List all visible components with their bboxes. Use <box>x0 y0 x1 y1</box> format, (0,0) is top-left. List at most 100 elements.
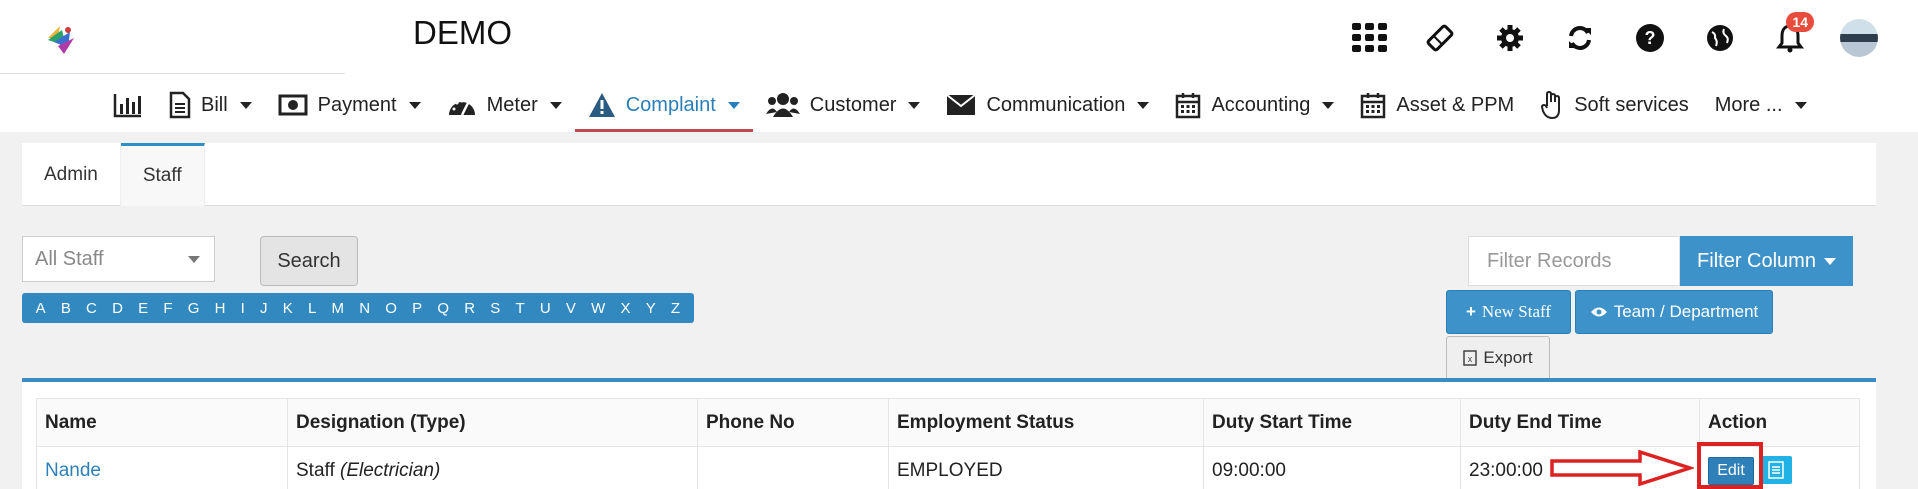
filter-column-button[interactable]: Filter Column <box>1680 236 1853 286</box>
nav-label: More ... <box>1714 93 1783 116</box>
designation-value: Staff <box>296 459 335 481</box>
bar-chart-icon <box>113 94 141 118</box>
alphabet-letter[interactable]: J <box>260 300 268 317</box>
annotation-arrow-icon <box>1550 450 1694 486</box>
status-cell: EMPLOYED <box>888 446 1204 489</box>
chevron-down-icon <box>239 101 252 109</box>
warning-icon <box>588 93 615 117</box>
column-header-status[interactable]: Employment Status <box>888 398 1204 447</box>
nav-label: Customer <box>809 93 897 116</box>
top-bar: DEMO ? 14 Bill Payment Meter Complaint C… <box>0 0 1918 132</box>
alphabet-letter[interactable]: I <box>241 300 245 317</box>
svg-text:?: ? <box>1645 28 1656 48</box>
alphabet-letter[interactable]: P <box>412 300 422 317</box>
help-icon[interactable]: ? <box>1630 18 1670 58</box>
nav-label: Soft services <box>1574 93 1689 116</box>
nav-label: Accounting <box>1211 93 1311 116</box>
nav-payment[interactable]: Payment <box>265 78 434 132</box>
chevron-down-icon <box>1322 101 1335 109</box>
alphabet-letter[interactable]: E <box>138 300 148 317</box>
nav-dashboard[interactable] <box>100 78 156 132</box>
alphabet-letter[interactable]: O <box>385 300 397 317</box>
alphabet-letter[interactable]: Z <box>671 300 680 317</box>
eye-icon <box>1590 307 1607 317</box>
chevron-down-icon <box>188 256 200 263</box>
column-header-phone[interactable]: Phone No <box>697 398 889 447</box>
alphabet-filter: ABCDEFGHIJKLMNOPQRSTUVWXYZ <box>22 293 694 323</box>
alphabet-letter[interactable]: Y <box>646 300 656 317</box>
team-department-label: Team / Department <box>1613 302 1759 321</box>
alphabet-letter[interactable]: W <box>591 300 605 317</box>
money-icon <box>278 94 308 116</box>
alphabet-letter[interactable]: G <box>188 300 200 317</box>
alphabet-letter[interactable]: D <box>112 300 123 317</box>
nav-asset-ppm[interactable]: Asset & PPM <box>1347 78 1527 132</box>
table-header-row: Name Designation (Type) Phone No Employm… <box>36 398 1860 447</box>
envelope-icon <box>946 94 977 115</box>
nav-meter[interactable]: Meter <box>434 78 575 132</box>
column-header-end[interactable]: Duty End Time <box>1460 398 1700 447</box>
column-header-start[interactable]: Duty Start Time <box>1203 398 1461 447</box>
alphabet-letter[interactable]: T <box>515 300 524 317</box>
nav-complaint[interactable]: Complaint <box>574 78 753 132</box>
nav-more[interactable]: More ... <box>1702 78 1820 132</box>
column-header-designation[interactable]: Designation (Type) <box>287 398 698 447</box>
chevron-down-icon <box>408 101 421 109</box>
calendar-icon <box>1176 93 1201 119</box>
alphabet-letter[interactable]: R <box>464 300 475 317</box>
alphabet-letter[interactable]: L <box>308 300 316 317</box>
alphabet-letter[interactable]: N <box>359 300 370 317</box>
nav-customer[interactable]: Customer <box>753 78 934 132</box>
nav-label: Complaint <box>625 93 716 116</box>
chevron-down-icon <box>549 101 562 109</box>
new-staff-button[interactable]: + New Staff <box>1446 290 1571 334</box>
alphabet-letter[interactable]: X <box>620 300 630 317</box>
alphabet-letter[interactable]: H <box>215 300 226 317</box>
column-header-name[interactable]: Name <box>36 398 288 447</box>
nav-label: Communication <box>986 93 1126 116</box>
staff-name-link[interactable]: Nande <box>45 460 101 481</box>
filter-records-input[interactable]: Filter Records <box>1468 236 1680 286</box>
document-icon <box>169 91 191 119</box>
tab-admin[interactable]: Admin <box>22 143 121 206</box>
details-button[interactable] <box>1760 455 1792 484</box>
apps-grid-icon[interactable] <box>1350 18 1390 58</box>
alphabet-letter[interactable]: K <box>283 300 293 317</box>
alphabet-letter[interactable]: V <box>566 300 576 317</box>
nav-communication[interactable]: Communication <box>933 78 1162 132</box>
filter-column-label: Filter Column <box>1697 249 1816 272</box>
alphabet-letter[interactable]: Q <box>437 300 449 317</box>
alphabet-letter[interactable]: C <box>86 300 97 317</box>
nav-bill[interactable]: Bill <box>156 78 265 132</box>
team-department-button[interactable]: Team / Department <box>1575 290 1773 334</box>
alphabet-letter[interactable]: B <box>61 300 71 317</box>
alphabet-letter[interactable]: S <box>490 300 500 317</box>
alphabet-letter[interactable]: M <box>331 300 344 317</box>
nav-accounting[interactable]: Accounting <box>1162 78 1347 132</box>
bell-icon[interactable]: 14 <box>1770 12 1814 58</box>
designation-cell: Staff (Electrician) <box>287 446 698 489</box>
search-button[interactable]: Search <box>260 236 358 286</box>
logo-area <box>0 0 345 74</box>
ticket-icon[interactable] <box>1420 18 1460 58</box>
nav-label: Asset & PPM <box>1396 93 1515 116</box>
chevron-down-icon <box>1137 101 1150 109</box>
alphabet-letter[interactable]: A <box>36 300 46 317</box>
gauge-icon <box>448 99 475 116</box>
tab-staff[interactable]: Staff <box>120 143 205 206</box>
logo-bird-icon[interactable] <box>40 18 80 58</box>
nav-soft-services[interactable]: Soft services <box>1527 78 1701 132</box>
chevron-down-icon <box>1794 101 1807 109</box>
globe-icon[interactable] <box>1700 18 1740 58</box>
alphabet-letter[interactable]: U <box>540 300 551 317</box>
export-button[interactable]: x Export <box>1446 336 1550 380</box>
refresh-icon[interactable] <box>1560 18 1600 58</box>
calendar-icon <box>1361 93 1386 119</box>
avatar[interactable] <box>1840 19 1878 57</box>
staff-select[interactable]: All Staff <box>22 236 215 282</box>
new-staff-label: New Staff <box>1481 302 1552 321</box>
phone-cell <box>697 446 889 489</box>
users-icon <box>765 93 800 117</box>
gear-icon[interactable] <box>1490 18 1530 58</box>
alphabet-letter[interactable]: F <box>163 300 172 317</box>
